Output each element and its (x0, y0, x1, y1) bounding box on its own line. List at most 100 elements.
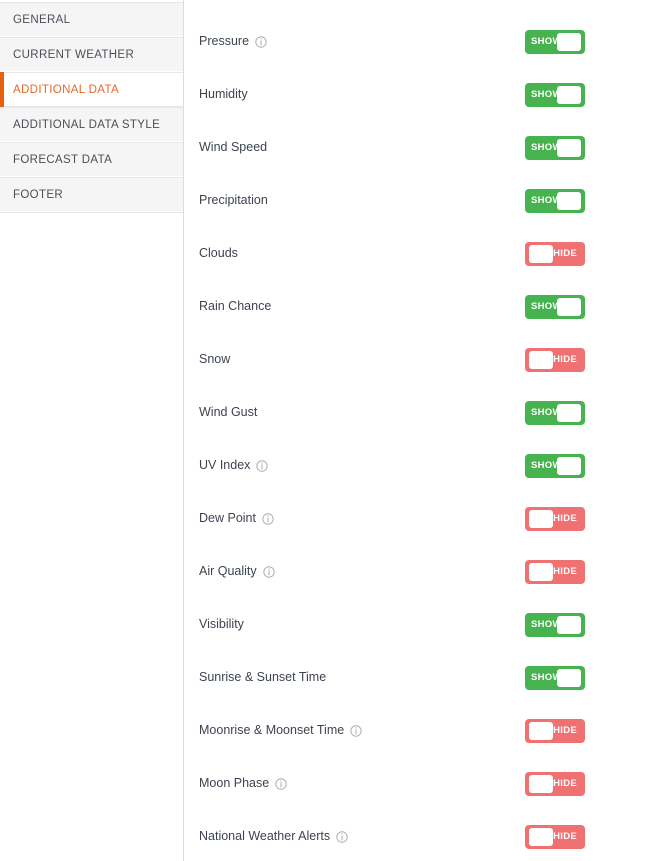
toggle-state-label: HIDE (553, 831, 577, 843)
setting-row: Clouds HIDE (184, 228, 659, 281)
setting-row: Wind Gust SHOW (184, 387, 659, 440)
setting-label: Moonrise & Moonset Time (199, 723, 345, 737)
sidebar-item-general[interactable]: GENERAL (0, 2, 183, 37)
setting-label-group: Pressure (199, 16, 267, 48)
sidebar-item-footer[interactable]: FOOTER (0, 177, 183, 212)
toggle-knob[interactable] (557, 192, 581, 210)
sidebar-item-current-weather[interactable]: CURRENT WEATHER (0, 37, 183, 72)
setting-row: Sunrise & Sunset Time SHOW (184, 652, 659, 705)
setting-label: Clouds (199, 246, 238, 260)
show-hide-toggle[interactable]: SHOW (525, 454, 585, 478)
setting-row: Visibility SHOW (184, 599, 659, 652)
info-circle-icon[interactable] (255, 36, 267, 48)
toggle-knob[interactable] (557, 298, 581, 316)
sidebar-item-label: FORECAST DATA (13, 153, 113, 166)
toggle-knob[interactable] (557, 86, 581, 104)
setting-label: Precipitation (199, 193, 268, 207)
toggle-state-label: HIDE (553, 566, 577, 578)
toggle-knob[interactable] (557, 404, 581, 422)
show-hide-toggle[interactable]: SHOW (525, 666, 585, 690)
setting-label: Air Quality (199, 564, 257, 578)
setting-label-group: Visibility (199, 599, 244, 631)
info-circle-icon[interactable] (262, 513, 274, 525)
setting-label-group: Clouds (199, 228, 238, 260)
setting-label: Snow (199, 352, 231, 366)
show-hide-toggle[interactable]: SHOW (525, 613, 585, 637)
setting-row: UV Index SHOW (184, 440, 659, 493)
toggle-knob[interactable] (529, 245, 553, 263)
show-hide-toggle[interactable]: HIDE (525, 348, 585, 372)
show-hide-toggle[interactable]: HIDE (525, 772, 585, 796)
toggle-knob[interactable] (529, 775, 553, 793)
toggle-knob[interactable] (529, 563, 553, 581)
setting-label: Moon Phase (199, 776, 270, 790)
setting-row: Moon Phase HIDE (184, 758, 659, 811)
setting-label-group: Dew Point (199, 493, 274, 525)
info-circle-icon[interactable] (336, 831, 348, 843)
setting-label-group: Precipitation (199, 175, 268, 207)
setting-label-group: Rain Chance (199, 281, 271, 313)
info-circle-icon[interactable] (256, 460, 269, 472)
toggle-knob[interactable] (557, 457, 581, 475)
setting-label-group: UV Index (199, 440, 269, 472)
setting-label: National Weather Alerts (199, 829, 331, 843)
setting-label: Visibility (199, 617, 244, 631)
setting-label-group: Moon Phase (199, 758, 287, 790)
setting-label: Rain Chance (199, 299, 272, 313)
setting-row: Snow HIDE (184, 334, 659, 387)
setting-label-group: Sunrise & Sunset Time (199, 652, 326, 684)
additional-data-settings-list: Pressure SHOW Humidity SHOW Wind Speed SHOW Pr… (184, 0, 659, 861)
setting-label: UV Index (199, 458, 251, 472)
show-hide-toggle[interactable]: SHOW (525, 295, 585, 319)
toggle-state-label: HIDE (553, 354, 577, 366)
settings-panel: GENERAL CURRENT WEATHER ADDITIONAL DATA ADD… (0, 0, 659, 861)
toggle-knob[interactable] (529, 828, 553, 846)
setting-row: Rain Chance SHOW (184, 281, 659, 334)
show-hide-toggle[interactable]: HIDE (525, 242, 585, 266)
sidebar-item-label: FOOTER (13, 188, 64, 201)
toggle-knob[interactable] (557, 33, 581, 51)
setting-row: Pressure SHOW (184, 16, 659, 69)
info-circle-icon[interactable] (262, 566, 275, 578)
toggle-knob[interactable] (557, 616, 581, 634)
info-circle-icon[interactable] (350, 725, 362, 737)
setting-label: Pressure (199, 34, 250, 48)
toggle-knob[interactable] (557, 669, 581, 687)
setting-row: Air Quality HIDE (184, 546, 659, 599)
show-hide-toggle[interactable]: HIDE (525, 507, 585, 531)
setting-label-group: Wind Gust (199, 387, 257, 419)
toggle-knob[interactable] (557, 139, 581, 157)
info-circle-icon[interactable] (275, 778, 287, 790)
setting-row: National Weather Alerts HIDE (184, 811, 659, 861)
show-hide-toggle[interactable]: SHOW (525, 83, 585, 107)
sidebar-item-label: ADDITIONAL DATA (13, 83, 119, 96)
toggle-state-label: HIDE (553, 778, 577, 790)
toggle-state-label: HIDE (553, 513, 577, 525)
setting-label-group: Moonrise & Moonset Time (199, 705, 362, 737)
sidebar-item-label: ADDITIONAL DATA STYLE (13, 118, 161, 131)
setting-label: Wind Speed (199, 140, 268, 154)
toggle-knob[interactable] (529, 722, 553, 740)
sidebar-item-forecast-data[interactable]: FORECAST DATA (0, 142, 183, 177)
sidebar-item-additional-data-style[interactable]: ADDITIONAL DATA STYLE (0, 107, 183, 142)
setting-row: Moonrise & Moonset Time HIDE (184, 705, 659, 758)
toggle-knob[interactable] (529, 351, 553, 369)
settings-rows: Pressure SHOW Humidity SHOW Wind Speed SHOW Pr… (184, 16, 659, 861)
show-hide-toggle[interactable]: SHOW (525, 401, 585, 425)
sidebar-item-additional-data[interactable]: ADDITIONAL DATA (0, 72, 183, 107)
sidebar-item-label: GENERAL (13, 13, 71, 26)
setting-label: Dew Point (199, 511, 256, 525)
setting-row: Precipitation SHOW (184, 175, 659, 228)
setting-label-group: Snow (199, 334, 230, 366)
show-hide-toggle[interactable]: HIDE (525, 825, 585, 849)
show-hide-toggle[interactable]: SHOW (525, 136, 585, 160)
show-hide-toggle[interactable]: HIDE (525, 719, 585, 743)
show-hide-toggle[interactable]: SHOW (525, 30, 585, 54)
show-hide-toggle[interactable]: SHOW (525, 189, 585, 213)
toggle-knob[interactable] (529, 510, 553, 528)
toggle-state-label: HIDE (553, 248, 577, 260)
setting-row: Dew Point HIDE (184, 493, 659, 546)
toggle-state-label: HIDE (553, 725, 577, 737)
show-hide-toggle[interactable]: HIDE (525, 560, 585, 584)
setting-label-group: Air Quality (199, 546, 275, 578)
